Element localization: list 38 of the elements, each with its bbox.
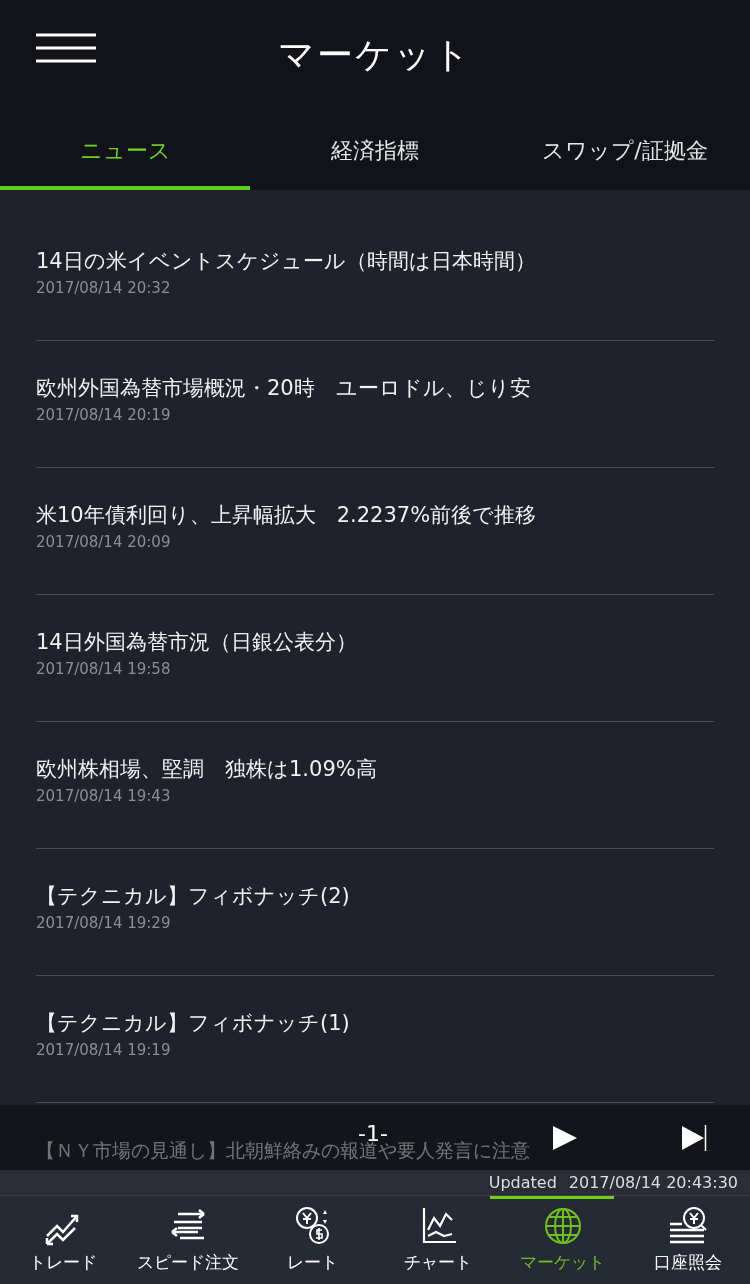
tab[interactable]: 経済指標 [250,110,500,190]
news-title: 【テクニカル】フィボナッチ(2) [36,883,350,910]
news-title: 14日の米イベントスケジュール（時間は日本時間） [36,248,536,275]
next-page-icon[interactable] [552,1125,578,1151]
tab[interactable]: ニュース [0,110,250,190]
news-date: 2017/08/14 19:43 [36,786,172,807]
news-title: 欧州外国為替市場概況・20時 ユーロドル、じり安 [36,375,531,402]
news-date: 2017/08/14 20:09 [36,532,172,553]
news-date: 2017/08/14 20:19 [36,405,172,426]
globe-icon [542,1206,583,1246]
updated-label: Updated [488,1171,557,1194]
tab[interactable]: スワップ/証拠金 [500,110,750,190]
screen-title: マーケット [278,33,472,77]
news-title: 14日外国為替市況（日銀公表分） [36,629,357,656]
news-item[interactable]: 欧州株相場、堅調 独株は1.09%高 2017/08/14 19:43 [36,722,714,849]
news-title: 米10年債利回り、上昇幅拡大 2.2237%前後で推移 [36,502,537,529]
news-item[interactable]: 14日の米イベントスケジュール（時間は日本時間） 2017/08/14 20:32 [36,214,714,341]
nav-tab[interactable]: マーケット [500,1196,625,1284]
news-title: 欧州株相場、堅調 独株は1.09%高 [36,756,377,783]
last-page-icon[interactable] [681,1125,707,1151]
nav-tab[interactable]: スピード注文 [125,1196,250,1284]
news-title: 【テクニカル】フィボナッチ(1) [36,1010,350,1037]
news-item[interactable]: 14日外国為替市況（日銀公表分） 2017/08/14 19:58 [36,595,714,722]
news-item[interactable]: 欧州外国為替市場概況・20時 ユーロドル、じり安 2017/08/14 20:19 [36,341,714,468]
yen-search-icon [667,1206,708,1246]
nav-tab[interactable]: レート [250,1196,375,1284]
news-date: 2017/08/14 19:29 [36,913,172,934]
news-date: 2017/08/14 20:32 [36,278,172,299]
news-item[interactable]: 【テクニカル】フィボナッチ(2) 2017/08/14 19:29 [36,849,714,976]
news-date: 2017/08/14 19:19 [36,1040,172,1061]
menu-icon[interactable] [36,33,96,63]
news-date: 2017/08/14 19:58 [36,659,172,680]
updated-time: 2017/08/14 20:43:30 [568,1171,738,1194]
news-item[interactable]: 米10年債利回り、上昇幅拡大 2.2237%前後で推移 2017/08/14 20:09 [36,468,714,595]
nav-tab[interactable]: チャート [375,1196,500,1284]
news-item[interactable]: 【テクニカル】フィボナッチ(1) 2017/08/14 19:19 [36,976,714,1103]
nav-tab[interactable]: 口座照会 [625,1196,750,1284]
nav-tab[interactable]: トレード [0,1196,125,1284]
